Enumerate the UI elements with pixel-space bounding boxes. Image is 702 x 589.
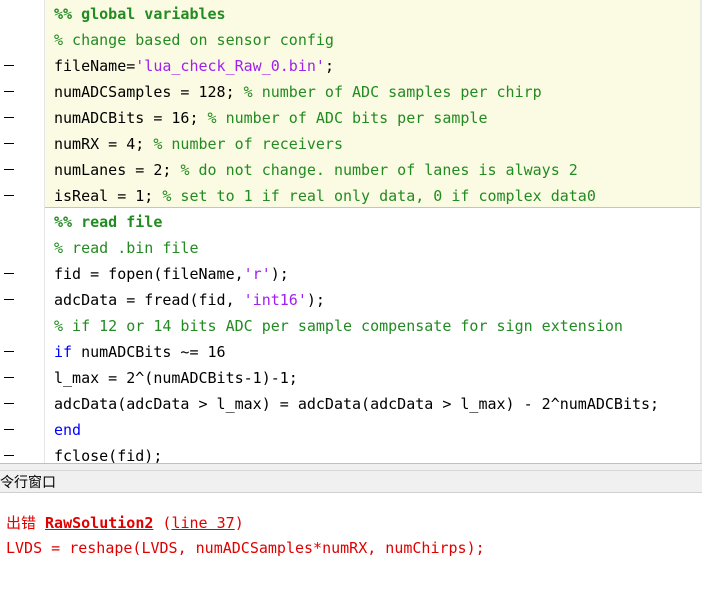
code-token: 'lua_check_Raw_0.bin' xyxy=(135,57,325,75)
code-token: %% global variables xyxy=(54,5,226,23)
code-token: ); xyxy=(270,265,289,283)
code-line[interactable]: isReal = 1; % set to 1 if real only data… xyxy=(0,183,702,209)
code-text[interactable]: numADCBits = 16; % number of ADC bits pe… xyxy=(54,107,488,129)
code-line[interactable]: %% read file xyxy=(0,209,702,235)
code-token: % change based on sensor config xyxy=(54,31,334,49)
code-token: fid = fopen(fileName, xyxy=(54,265,244,283)
code-text[interactable]: end xyxy=(54,419,81,441)
code-token: numADCBits = 16; xyxy=(54,109,208,127)
code-token: % number of ADC bits per sample xyxy=(207,109,488,127)
code-text[interactable]: adcData(adcData > l_max) = adcData(adcDa… xyxy=(54,393,659,415)
error-prefix: 出错 xyxy=(6,514,46,532)
error-line-link[interactable]: line 37 xyxy=(171,514,234,532)
code-line[interactable]: adcData(adcData > l_max) = adcData(adcDa… xyxy=(0,391,702,417)
breakpoint-marker[interactable] xyxy=(4,273,14,274)
code-token: % do not change. number of lanes is alwa… xyxy=(180,161,578,179)
code-line[interactable]: adcData = fread(fid, 'int16'); xyxy=(0,287,702,313)
breakpoint-marker[interactable] xyxy=(4,117,14,118)
code-token: fileName= xyxy=(54,57,136,75)
code-line[interactable]: % if 12 or 14 bits ADC per sample compen… xyxy=(0,313,702,339)
code-token: numRX = 4; xyxy=(54,135,154,153)
code-text[interactable]: numRX = 4; % number of receivers xyxy=(54,133,343,155)
code-line[interactable]: l_max = 2^(numADCBits-1)-1; xyxy=(0,365,702,391)
code-token: adcData(adcData > l_max) = adcData(adcDa… xyxy=(54,395,660,413)
code-token: 'r' xyxy=(243,265,271,283)
code-token: adcData = fread(fid, xyxy=(54,291,244,309)
error-close-paren: ) xyxy=(234,514,244,532)
code-line[interactable]: fclose(fid); xyxy=(0,443,702,463)
breakpoint-marker[interactable] xyxy=(4,195,14,196)
code-text[interactable]: % read .bin file xyxy=(54,237,199,259)
code-line[interactable]: if numADCBits ~= 16 xyxy=(0,339,702,365)
code-text[interactable]: l_max = 2^(numADCBits-1)-1; xyxy=(54,367,298,389)
breakpoint-marker[interactable] xyxy=(4,455,14,456)
breakpoint-marker[interactable] xyxy=(4,65,14,66)
breakpoint-marker[interactable] xyxy=(4,351,14,352)
code-text[interactable]: isReal = 1; % set to 1 if real only data… xyxy=(54,185,596,207)
code-line[interactable]: fileName='lua_check_Raw_0.bin'; xyxy=(0,53,702,79)
code-text[interactable]: if numADCBits ~= 16 xyxy=(54,341,226,363)
code-text[interactable]: %% read file xyxy=(54,211,162,233)
code-text[interactable]: fid = fopen(fileName,'r'); xyxy=(54,263,289,285)
code-line[interactable]: numADCSamples = 128; % number of ADC sam… xyxy=(0,79,702,105)
breakpoint-marker[interactable] xyxy=(4,403,14,404)
command-window-titlebar: 令行窗口 xyxy=(0,471,702,493)
code-text[interactable]: numLanes = 2; % do not change. number of… xyxy=(54,159,578,181)
error-code-line: LVDS = reshape(LVDS, numADCSamples*numRX… xyxy=(6,539,485,557)
error-open-paren: ( xyxy=(153,514,172,532)
code-editor[interactable]: %% global variables % change based on sen… xyxy=(0,0,702,463)
code-text[interactable]: fileName='lua_check_Raw_0.bin'; xyxy=(54,55,334,77)
code-line[interactable]: numADCBits = 16; % number of ADC bits pe… xyxy=(0,105,702,131)
code-line[interactable]: fid = fopen(fileName,'r'); xyxy=(0,261,702,287)
breakpoint-marker[interactable] xyxy=(4,377,14,378)
code-line[interactable]: % read .bin file xyxy=(0,235,702,261)
code-text[interactable]: fclose(fid); xyxy=(54,445,162,463)
breakpoint-marker[interactable] xyxy=(4,299,14,300)
code-token: ); xyxy=(306,291,325,309)
code-line[interactable]: numLanes = 2; % do not change. number of… xyxy=(0,157,702,183)
code-token: isReal = 1; xyxy=(54,187,163,205)
code-line[interactable]: % change based on sensor config xyxy=(0,27,702,53)
pane-splitter[interactable] xyxy=(0,463,702,471)
code-line[interactable]: %% global variables xyxy=(0,1,702,27)
code-text[interactable]: %% global variables xyxy=(54,3,226,25)
code-token: numADCBits ~= 16 xyxy=(72,343,226,361)
breakpoint-marker[interactable] xyxy=(4,143,14,144)
code-token: 'int16' xyxy=(243,291,307,309)
error-function-link[interactable]: RawSolution2 xyxy=(45,514,153,532)
code-token: % set to 1 if real only data, 0 if compl… xyxy=(162,187,596,205)
code-token: % read .bin file xyxy=(54,239,199,257)
code-token: %% read file xyxy=(54,213,163,231)
command-window-title: 令行窗口 xyxy=(0,475,56,491)
code-line[interactable]: numRX = 4; % number of receivers xyxy=(0,131,702,157)
code-text[interactable]: % if 12 or 14 bits ADC per sample compen… xyxy=(54,315,623,337)
code-token: ; xyxy=(324,57,334,75)
error-message: 出错 RawSolution2 (line 37) xyxy=(6,512,244,533)
code-token: % if 12 or 14 bits ADC per sample compen… xyxy=(54,317,623,335)
breakpoint-marker[interactable] xyxy=(4,91,14,92)
breakpoint-marker[interactable] xyxy=(4,169,14,170)
code-line[interactable]: end xyxy=(0,417,702,443)
code-token: % number of ADC samples per chirp xyxy=(243,83,542,101)
breakpoint-marker[interactable] xyxy=(4,429,14,430)
code-token: l_max = 2^(numADCBits-1)-1; xyxy=(54,369,298,387)
code-token: numADCSamples = 128; xyxy=(54,83,244,101)
code-text[interactable]: adcData = fread(fid, 'int16'); xyxy=(54,289,325,311)
command-window[interactable]: 出错 RawSolution2 (line 37) LVDS = reshape… xyxy=(0,493,702,589)
code-token: if xyxy=(54,343,73,361)
code-token: % number of receivers xyxy=(153,135,343,153)
code-token: numLanes = 2; xyxy=(54,161,181,179)
code-token: end xyxy=(54,421,82,439)
code-text[interactable]: numADCSamples = 128; % number of ADC sam… xyxy=(54,81,542,103)
code-token: fclose(fid); xyxy=(54,447,163,463)
code-text[interactable]: % change based on sensor config xyxy=(54,29,334,51)
